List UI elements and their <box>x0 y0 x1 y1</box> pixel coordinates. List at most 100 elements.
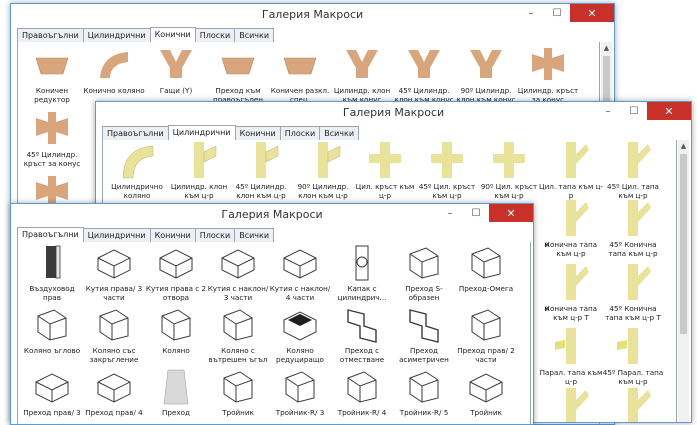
tab-flat[interactable]: Плоски <box>279 126 321 140</box>
gallery-item[interactable]: Кутия с наклон/ 3 части <box>206 242 270 302</box>
gallery-item[interactable]: Цилиндрично коляно <box>105 140 169 200</box>
gallery-item[interactable]: Преход с отместване <box>330 304 394 364</box>
gallery-item[interactable]: 45º Цил. тапа към ц-р <box>601 140 665 200</box>
tab-conical[interactable]: Конични <box>234 126 281 140</box>
gallery-item[interactable]: 45º Конична тапа към ц-р <box>601 198 665 258</box>
gallery-item[interactable]: 45º Цилиндр. клон към конус <box>392 44 456 104</box>
close-button[interactable]: ✕ <box>489 204 533 222</box>
gallery-item-label: Цилиндрично коляно <box>111 182 163 200</box>
gallery-item[interactable]: 45º Цил. кръст към ц-р <box>415 140 479 200</box>
gallery-item[interactable]: Цилиндр. кръст за конус <box>516 44 580 104</box>
gallery-item[interactable]: Цил. тапа към ц-р <box>539 140 603 200</box>
tab-cylindrical[interactable]: Цилиндрични <box>82 28 151 42</box>
maximize-button[interactable]: ☐ <box>463 204 489 222</box>
gallery-item[interactable]: Цил. кръст към ц-р <box>353 140 417 200</box>
tab-conical[interactable]: Конични <box>149 228 196 242</box>
gallery-item[interactable]: Цилиндр. клон към ц-р <box>167 140 231 200</box>
gallery-item[interactable]: Преход към правоъгълен <box>206 44 270 104</box>
gallery-item[interactable]: Тройник-R/ 3 <box>268 366 332 417</box>
gallery-item[interactable] <box>601 386 665 422</box>
duct-fitting-icon <box>471 309 501 341</box>
tab-cylindrical[interactable]: Цилиндрични <box>167 125 236 141</box>
title-bar[interactable]: Галерия Макроси – ☐ ✕ <box>11 4 614 26</box>
gallery-item[interactable]: Преход <box>144 366 208 417</box>
duct-fitting-icon <box>318 142 341 178</box>
gallery-item[interactable]: Парал. тапа към ц-р <box>539 326 603 386</box>
gallery-item[interactable]: Преход прав/ 3 <box>20 366 84 417</box>
gallery-item[interactable] <box>539 386 603 422</box>
gallery-item[interactable]: Коляно ъглово <box>20 304 84 355</box>
gallery-item[interactable]: Тройник-R/ 5 <box>392 366 456 417</box>
tab-flat[interactable]: Плоски <box>194 228 236 242</box>
gallery-item[interactable]: Кутия права с 2 отвора <box>144 242 208 302</box>
vertical-scrollbar[interactable]: ▲ <box>678 140 689 422</box>
duct-fitting-icon <box>628 264 651 300</box>
gallery-item[interactable]: Коничен разкл. спец. <box>268 44 332 104</box>
close-button[interactable]: ✕ <box>570 4 614 22</box>
tab-conical[interactable]: Конични <box>149 27 196 43</box>
gallery-item[interactable]: Преход асиметричен <box>392 304 456 364</box>
gallery-item[interactable]: Гащи (Y) <box>144 44 208 95</box>
gallery-item[interactable]: Цилиндр. клон към конус <box>330 44 394 104</box>
title-bar[interactable]: Галерия Макроси – ☐ ✕ <box>96 102 691 124</box>
gallery-item[interactable]: Капак с цилиндрич... <box>330 242 394 302</box>
duct-fitting-icon <box>431 142 463 178</box>
gallery-item[interactable]: Коляно с вътрешен ъгъл <box>206 304 270 364</box>
gallery-item[interactable]: Тройник <box>454 366 518 417</box>
duct-fitting-icon <box>347 371 377 403</box>
gallery-item[interactable]: Кутия права/ 3 части <box>82 242 146 302</box>
tab-all[interactable]: Всички <box>319 126 360 140</box>
gallery-item[interactable]: Тройник-R/ 4 <box>330 366 394 417</box>
duct-fitting-icon <box>285 371 315 403</box>
gallery-item[interactable]: Конична тапа към ц-р Т <box>539 262 603 322</box>
gallery-item[interactable]: 45º Цилиндр. клон към ц-р <box>229 140 293 200</box>
gallery-item-label: 45º Конична тапа към ц-р Т <box>605 304 661 322</box>
maximize-button[interactable]: ☐ <box>544 4 570 22</box>
gallery-item[interactable]: 45º Конична тапа към ц-р Т <box>601 262 665 322</box>
gallery-item[interactable]: Кутия с наклон/ 4 части <box>268 242 332 302</box>
gallery-item[interactable]: Преход S-образен <box>392 242 456 302</box>
gallery-item[interactable]: Преход-Омега <box>454 242 518 293</box>
gallery-item[interactable]: Конична тапа към ц-р <box>539 198 603 258</box>
maximize-button[interactable]: ☐ <box>621 102 647 120</box>
gallery-item[interactable]: Коляно със закръгление <box>82 304 146 364</box>
tab-rectangular[interactable]: Правоъгълни <box>17 227 84 243</box>
minimize-button[interactable]: – <box>437 204 463 222</box>
gallery-item[interactable]: Коляно редуциращо <box>268 304 332 364</box>
scrollbar-thumb[interactable] <box>680 154 687 334</box>
gallery-item[interactable]: Тройник <box>206 366 270 417</box>
duct-fitting-icon <box>122 145 154 179</box>
tab-rectangular[interactable]: Правоъгълни <box>102 126 169 140</box>
minimize-button[interactable]: – <box>595 102 621 120</box>
tab-all[interactable]: Всички <box>234 228 275 242</box>
gallery-item-label: 45º Конична тапа към ц-р <box>608 240 658 258</box>
gallery-item[interactable]: 90º Цилиндр. клон към конус <box>454 44 518 104</box>
tab-bar: Правоъгълни Цилиндрични Конични Плоски В… <box>17 226 275 243</box>
scroll-up-arrow-icon[interactable]: ▲ <box>678 142 689 150</box>
gallery-item-label: Преход асиметричен <box>399 346 449 364</box>
gallery-item[interactable]: 90º Цил. кръст към ц-р <box>477 140 541 200</box>
minimize-button[interactable]: – <box>518 4 544 22</box>
gallery-item[interactable]: 90º Цилиндр. клон към ц-р <box>291 140 355 200</box>
tab-rectangular[interactable]: Правоъгълни <box>17 28 84 42</box>
tab-all[interactable]: Всички <box>234 28 275 42</box>
gallery-item[interactable]: Въздуховод прав <box>20 242 84 302</box>
gallery-item-label: Конична тапа към ц-р Т <box>544 304 598 322</box>
gallery-item[interactable]: 45º Цилиндр. кръст за конус <box>20 108 84 168</box>
gallery-item[interactable]: Коничен редуктор <box>20 44 84 104</box>
gallery-item-label: Кутия права с 2 отвора <box>145 284 207 302</box>
close-button[interactable]: ✕ <box>647 102 691 120</box>
gallery-item[interactable]: Коляно <box>144 304 208 355</box>
gallery-item[interactable]: 45º Парал. тапа към ц-р <box>601 326 665 386</box>
gallery-item[interactable]: Конично коляно <box>82 44 146 95</box>
duct-fitting-icon <box>99 309 129 341</box>
gallery-item[interactable]: Преход прав/ 4 <box>82 366 146 417</box>
gallery-item-label: Преход-Омега <box>458 284 514 293</box>
tab-cylindrical[interactable]: Цилиндрични <box>82 228 151 242</box>
tab-flat[interactable]: Плоски <box>194 28 236 42</box>
gallery-item[interactable]: Преход прав/ 2 части <box>454 304 518 364</box>
duct-fitting-icon <box>493 142 525 178</box>
title-bar[interactable]: Галерия Макроси – ☐ ✕ <box>11 204 533 226</box>
gallery-item-label: 45º Цилиндр. кръст за конус <box>23 150 81 168</box>
scroll-up-arrow-icon[interactable]: ▲ <box>601 44 612 52</box>
